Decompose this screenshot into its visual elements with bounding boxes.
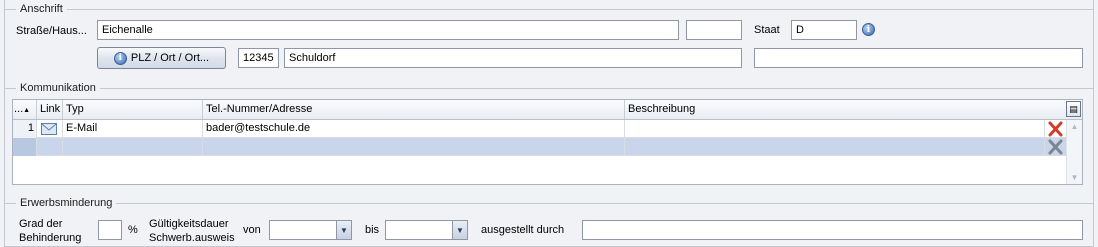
plz-ort-button[interactable]: i PLZ / Ort / Ort... <box>97 47 226 69</box>
erwerbsminderung-separator <box>4 203 1094 204</box>
info-icon: i <box>113 51 127 65</box>
plz-ort-button-label: PLZ / Ort / Ort... <box>130 52 210 64</box>
bis-date-picker[interactable]: ▼ <box>385 220 468 240</box>
erwerbsminderung-section-title: Erwerbsminderung <box>16 197 117 210</box>
row-typ[interactable] <box>63 138 203 156</box>
column-header-beschreibung[interactable]: Beschreibung <box>625 100 1045 119</box>
row-adresse[interactable]: bader@testschule.de <box>203 120 625 138</box>
row-link[interactable] <box>37 138 63 156</box>
scroll-down-icon[interactable]: ▼ <box>1067 173 1082 182</box>
column-chooser-icon[interactable]: ▤ <box>1066 101 1081 117</box>
kommunikation-section-title: Kommunikation <box>16 82 100 95</box>
staat-label: Staat <box>754 24 780 36</box>
ortsteil-input[interactable] <box>754 48 1083 68</box>
hausnr-input[interactable] <box>686 20 742 40</box>
column-header-typ[interactable]: Typ <box>63 100 203 119</box>
scroll-up-icon[interactable]: ▲ <box>1067 122 1082 131</box>
bis-label: bis <box>365 224 380 236</box>
staat-info-icon[interactable]: i <box>862 23 875 36</box>
von-date-picker[interactable]: ▼ <box>269 220 352 240</box>
grad-label-line1: Grad der <box>19 218 63 230</box>
ausgestellt-label: ausgestellt durch <box>481 224 565 236</box>
grid-header: ...▲ Link Typ Tel.-Nummer/Adresse Beschr… <box>13 100 1082 120</box>
percent-label: % <box>128 224 138 236</box>
row-beschreibung[interactable] <box>625 138 1045 156</box>
ausgestellt-input[interactable] <box>582 220 1083 240</box>
row-link[interactable] <box>37 120 63 138</box>
plz-input[interactable] <box>238 48 279 68</box>
kommunikation-grid: ...▲ Link Typ Tel.-Nummer/Adresse Beschr… <box>12 99 1083 185</box>
staat-input[interactable] <box>791 20 857 40</box>
grad-label-line2: Behinderung <box>19 232 82 244</box>
row-beschreibung[interactable] <box>625 120 1045 138</box>
chevron-down-icon[interactable]: ▼ <box>452 221 467 239</box>
delete-row-icon[interactable] <box>1047 121 1064 137</box>
anschrift-section-title: Anschrift <box>16 3 67 16</box>
delete-row-disabled-icon[interactable] <box>1047 139 1064 155</box>
table-row[interactable] <box>13 138 1066 156</box>
column-header-adresse[interactable]: Tel.-Nummer/Adresse <box>203 100 625 119</box>
vertical-scrollbar[interactable]: ▲ ▼ <box>1066 120 1082 184</box>
anschrift-separator <box>4 9 1094 10</box>
mail-icon <box>41 123 57 135</box>
row-index: 1 <box>13 120 37 138</box>
row-index <box>13 138 37 156</box>
ort-input[interactable] <box>284 48 742 68</box>
gueltig-label-line2: Schwerb.ausweis <box>149 232 235 244</box>
grad-input[interactable] <box>98 220 122 240</box>
von-label: von <box>243 224 261 236</box>
chevron-down-icon[interactable]: ▼ <box>336 221 351 239</box>
sort-ascending-icon: ▲ <box>23 107 31 114</box>
table-row[interactable]: 1 E-Mail bader@testschule.de <box>13 120 1066 138</box>
gueltig-label-line1: Gültigkeitsdauer <box>149 218 229 230</box>
column-header-index[interactable]: ...▲ <box>13 100 37 119</box>
kommunikation-separator <box>4 88 1094 89</box>
row-adresse[interactable] <box>203 138 625 156</box>
strasse-input[interactable] <box>97 20 679 40</box>
column-header-link[interactable]: Link <box>37 100 63 119</box>
row-typ[interactable]: E-Mail <box>63 120 203 138</box>
strasse-label: Straße/Haus... <box>16 25 87 37</box>
